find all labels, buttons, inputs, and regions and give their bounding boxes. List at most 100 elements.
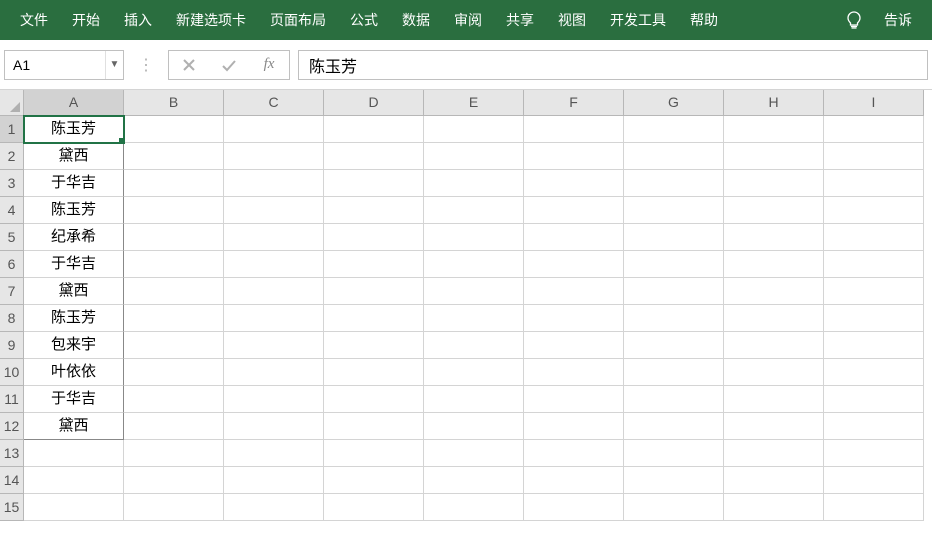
cell-B1[interactable] [124,116,224,143]
cell-C12[interactable] [224,413,324,440]
cell-B10[interactable] [124,359,224,386]
cell-C5[interactable] [224,224,324,251]
cell-G2[interactable] [624,143,724,170]
ribbon-tab-1[interactable]: 开始 [60,0,112,40]
cell-A10[interactable]: 叶依依 [24,359,124,386]
cell-G9[interactable] [624,332,724,359]
cell-D3[interactable] [324,170,424,197]
cell-B14[interactable] [124,467,224,494]
col-header-I[interactable]: I [824,90,924,116]
cell-D7[interactable] [324,278,424,305]
cell-E9[interactable] [424,332,524,359]
cell-B6[interactable] [124,251,224,278]
col-header-D[interactable]: D [324,90,424,116]
cell-B9[interactable] [124,332,224,359]
ribbon-tab-4[interactable]: 页面布局 [258,0,338,40]
row-header-14[interactable]: 14 [0,467,24,494]
cell-A11[interactable]: 于华吉 [24,386,124,413]
cell-E6[interactable] [424,251,524,278]
cell-B13[interactable] [124,440,224,467]
cell-F12[interactable] [524,413,624,440]
row-header-12[interactable]: 12 [0,413,24,440]
row-header-9[interactable]: 9 [0,332,24,359]
ribbon-tab-9[interactable]: 视图 [546,0,598,40]
cell-G3[interactable] [624,170,724,197]
cell-D11[interactable] [324,386,424,413]
cell-A14[interactable] [24,467,124,494]
cell-B7[interactable] [124,278,224,305]
cell-F2[interactable] [524,143,624,170]
cancel-icon[interactable] [169,51,209,79]
cell-H5[interactable] [724,224,824,251]
row-header-4[interactable]: 4 [0,197,24,224]
cell-F3[interactable] [524,170,624,197]
name-box[interactable]: A1 ▼ [4,50,124,80]
cell-H10[interactable] [724,359,824,386]
cell-F4[interactable] [524,197,624,224]
cell-A3[interactable]: 于华吉 [24,170,124,197]
row-header-11[interactable]: 11 [0,386,24,413]
col-header-E[interactable]: E [424,90,524,116]
cell-I3[interactable] [824,170,924,197]
cell-C9[interactable] [224,332,324,359]
cell-I15[interactable] [824,494,924,521]
cell-A6[interactable]: 于华吉 [24,251,124,278]
cell-G6[interactable] [624,251,724,278]
cell-H1[interactable] [724,116,824,143]
col-header-F[interactable]: F [524,90,624,116]
cell-F9[interactable] [524,332,624,359]
cell-G5[interactable] [624,224,724,251]
cell-E11[interactable] [424,386,524,413]
cell-B2[interactable] [124,143,224,170]
cell-E4[interactable] [424,197,524,224]
cell-I12[interactable] [824,413,924,440]
cell-A12[interactable]: 黛西 [24,413,124,440]
row-header-7[interactable]: 7 [0,278,24,305]
select-all-corner[interactable] [0,90,24,116]
name-box-dropdown-icon[interactable]: ▼ [105,51,123,79]
cell-E7[interactable] [424,278,524,305]
ribbon-tab-5[interactable]: 公式 [338,0,390,40]
cell-G15[interactable] [624,494,724,521]
cell-I1[interactable] [824,116,924,143]
cell-H13[interactable] [724,440,824,467]
cell-E14[interactable] [424,467,524,494]
row-header-5[interactable]: 5 [0,224,24,251]
cell-G10[interactable] [624,359,724,386]
row-header-10[interactable]: 10 [0,359,24,386]
cell-B15[interactable] [124,494,224,521]
cell-A2[interactable]: 黛西 [24,143,124,170]
cell-H9[interactable] [724,332,824,359]
col-header-H[interactable]: H [724,90,824,116]
cell-F1[interactable] [524,116,624,143]
cell-D6[interactable] [324,251,424,278]
cell-H3[interactable] [724,170,824,197]
cell-D12[interactable] [324,413,424,440]
cell-B5[interactable] [124,224,224,251]
cell-E8[interactable] [424,305,524,332]
cell-B11[interactable] [124,386,224,413]
row-header-13[interactable]: 13 [0,440,24,467]
cell-I4[interactable] [824,197,924,224]
cell-D15[interactable] [324,494,424,521]
cell-D1[interactable] [324,116,424,143]
cell-G11[interactable] [624,386,724,413]
cell-E13[interactable] [424,440,524,467]
ribbon-tab-7[interactable]: 审阅 [442,0,494,40]
cell-C1[interactable] [224,116,324,143]
cell-C8[interactable] [224,305,324,332]
cell-I5[interactable] [824,224,924,251]
tell-me-text[interactable]: 告诉 [872,0,924,40]
cell-G4[interactable] [624,197,724,224]
cell-A9[interactable]: 包来宇 [24,332,124,359]
cell-I14[interactable] [824,467,924,494]
ribbon-tab-0[interactable]: 文件 [8,0,60,40]
cell-E10[interactable] [424,359,524,386]
cell-E12[interactable] [424,413,524,440]
cell-C4[interactable] [224,197,324,224]
cell-C11[interactable] [224,386,324,413]
cell-F10[interactable] [524,359,624,386]
ribbon-tab-2[interactable]: 插入 [112,0,164,40]
fx-icon[interactable]: fx [249,51,289,79]
cell-H15[interactable] [724,494,824,521]
